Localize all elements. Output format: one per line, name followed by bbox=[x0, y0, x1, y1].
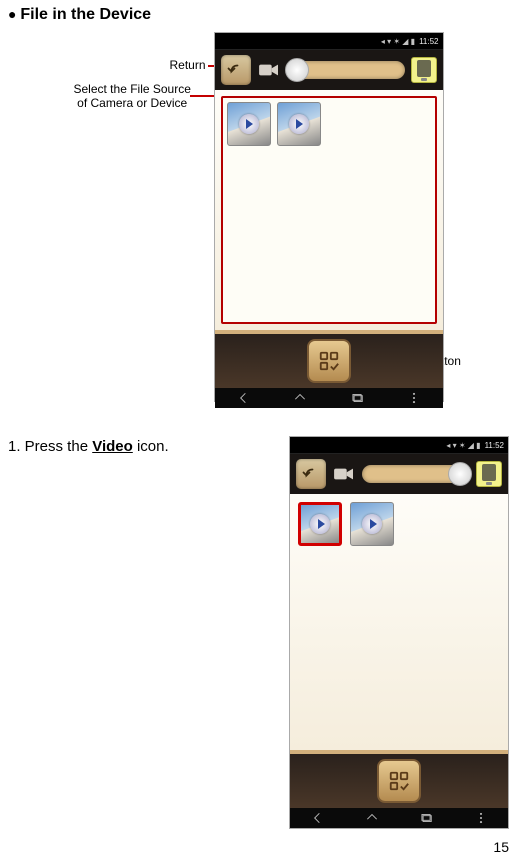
video-thumbnail-highlighted[interactable] bbox=[298, 502, 342, 546]
top-toolbar bbox=[290, 454, 508, 494]
grid-select-icon bbox=[388, 770, 410, 792]
play-icon bbox=[362, 514, 382, 534]
device-screenshot: ◂ ▾ ✶ ◢ ▮ 11:52 bbox=[214, 32, 444, 402]
step-1: 1. Press the Video icon. ◂ ▾ ✶ ◢ ▮ 11:52 bbox=[8, 436, 509, 829]
file-list[interactable] bbox=[221, 96, 437, 324]
device-icon bbox=[476, 461, 502, 487]
toggle-knob bbox=[285, 58, 309, 82]
back-icon[interactable] bbox=[310, 811, 324, 825]
step-1-prefix: 1. Press the bbox=[8, 438, 92, 455]
video-thumbnail[interactable] bbox=[350, 502, 394, 546]
select-button[interactable] bbox=[377, 759, 421, 803]
menu-icon[interactable] bbox=[407, 391, 421, 405]
return-arrow-icon bbox=[227, 61, 245, 79]
source-toggle[interactable] bbox=[287, 61, 405, 79]
page-number: 15 bbox=[8, 839, 509, 855]
return-button[interactable] bbox=[296, 459, 326, 489]
callout-select-source-label: Select the File Source of Camera or Devi… bbox=[74, 82, 191, 110]
step-1-bold: Video bbox=[92, 438, 133, 455]
figure-2: ◂ ▾ ✶ ◢ ▮ 11:52 bbox=[289, 436, 509, 829]
status-bar: ◂ ▾ ✶ ◢ ▮ 11:52 bbox=[290, 437, 508, 454]
section-heading: File in the Device bbox=[8, 6, 509, 24]
android-nav-bar bbox=[290, 808, 508, 828]
step-1-suffix: icon. bbox=[133, 438, 169, 455]
menu-icon[interactable] bbox=[474, 811, 488, 825]
home-icon[interactable] bbox=[293, 391, 307, 405]
source-toggle[interactable] bbox=[362, 465, 470, 483]
back-icon[interactable] bbox=[236, 391, 250, 405]
play-icon bbox=[310, 514, 330, 534]
status-time: 11:52 bbox=[485, 441, 504, 450]
video-thumbnail[interactable] bbox=[277, 102, 321, 146]
figure-1: Return Select the File Source of Camera … bbox=[8, 32, 509, 412]
recent-icon[interactable] bbox=[419, 811, 433, 825]
step-1-text: 1. Press the Video icon. bbox=[8, 436, 275, 455]
grid-select-icon bbox=[318, 350, 340, 372]
home-icon[interactable] bbox=[365, 811, 379, 825]
status-indicators: ◂ ▾ ✶ ◢ ▮ bbox=[446, 441, 480, 450]
bottom-tray bbox=[290, 750, 508, 808]
status-bar: ◂ ▾ ✶ ◢ ▮ 11:52 bbox=[215, 33, 443, 50]
file-content-area bbox=[215, 90, 443, 330]
return-button[interactable] bbox=[221, 55, 251, 85]
play-icon bbox=[289, 114, 309, 134]
camera-icon bbox=[332, 464, 356, 484]
recent-icon[interactable] bbox=[350, 391, 364, 405]
video-thumbnail[interactable] bbox=[227, 102, 271, 146]
device-icon bbox=[411, 57, 437, 83]
camera-icon bbox=[257, 60, 281, 80]
device-screenshot: ◂ ▾ ✶ ◢ ▮ 11:52 bbox=[289, 436, 509, 829]
status-time: 11:52 bbox=[419, 37, 438, 46]
return-arrow-icon bbox=[302, 465, 320, 483]
status-indicators: ◂ ▾ ✶ ◢ ▮ bbox=[381, 37, 415, 46]
android-nav-bar bbox=[215, 388, 443, 408]
play-icon bbox=[239, 114, 259, 134]
file-content-area bbox=[290, 494, 508, 750]
bottom-tray bbox=[215, 330, 443, 388]
toggle-knob bbox=[448, 462, 472, 486]
top-toolbar bbox=[215, 50, 443, 90]
callout-return-label: Return bbox=[170, 58, 206, 72]
select-button[interactable] bbox=[307, 339, 351, 383]
